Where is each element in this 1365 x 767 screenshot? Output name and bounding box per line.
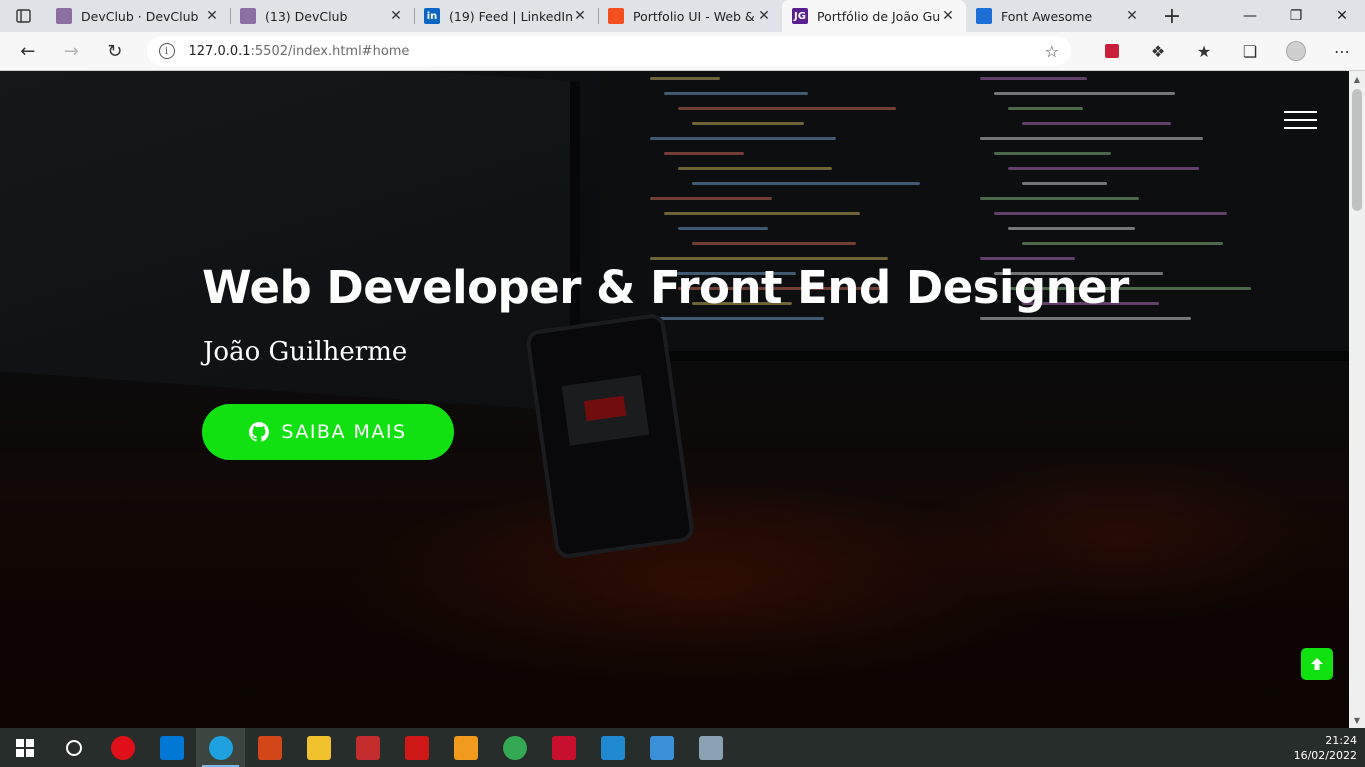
taskbar-cortana-search[interactable] <box>49 728 98 767</box>
devclub-favicon-icon <box>56 8 72 24</box>
minimize-button[interactable]: — <box>1227 0 1273 32</box>
taskbar-edge[interactable] <box>196 728 245 767</box>
taskbar-microsoft-store[interactable] <box>147 728 196 767</box>
browser-toolbar: ← → ↻ i 127.0.0.1:5502/index.html#home ☆… <box>0 32 1365 71</box>
scroll-down-arrow-icon[interactable]: ▼ <box>1349 712 1365 728</box>
tab-title: (19) Feed | LinkedIn <box>449 8 572 24</box>
browser-tab[interactable]: (13) DevClub ✕ <box>230 0 414 32</box>
tab-close-icon[interactable]: ✕ <box>204 8 220 24</box>
back-button[interactable]: ← <box>6 34 50 68</box>
tab-close-icon[interactable]: ✕ <box>940 8 956 24</box>
arrow-up-icon <box>1311 658 1323 670</box>
forward-button[interactable]: → <box>50 34 94 68</box>
refresh-button[interactable]: ↻ <box>93 34 137 68</box>
figma-favicon-icon <box>608 8 624 24</box>
edge-icon <box>208 735 233 760</box>
new-tab-button[interactable]: + <box>1150 0 1194 32</box>
menu-hamburger-icon[interactable] <box>1284 111 1317 129</box>
github-icon <box>249 422 270 442</box>
t-app-icon <box>404 735 429 760</box>
sublime-text-icon <box>453 735 478 760</box>
opera-icon <box>110 735 135 760</box>
saiba-mais-label: SAIBA MAIS <box>281 421 407 443</box>
favorites-icon[interactable]: ★ <box>1181 34 1227 68</box>
settings-more-icon[interactable]: ⋯ <box>1319 34 1365 68</box>
mcafee-icon <box>551 735 576 760</box>
collections-icon[interactable]: ❏ <box>1227 34 1273 68</box>
saiba-mais-button[interactable]: SAIBA MAIS <box>202 404 454 460</box>
address-bar[interactable]: i 127.0.0.1:5502/index.html#home ☆ <box>146 36 1072 66</box>
portfolio-home-section: Web Developer & Front End Designer João … <box>0 71 1349 728</box>
taskbar-vscode[interactable] <box>588 728 637 767</box>
scroll-up-arrow-icon[interactable]: ▲ <box>1349 71 1365 87</box>
office-app-icon <box>257 735 282 760</box>
flag-favicon-icon <box>976 8 992 24</box>
taskbar-chrome[interactable] <box>490 728 539 767</box>
taskbar-file-explorer[interactable] <box>294 728 343 767</box>
clock-time: 21:24 <box>1325 733 1357 747</box>
clock-date: 16/02/2022 <box>1293 748 1357 762</box>
browser-tab[interactable]: DevClub · DevClub ✕ <box>46 0 230 32</box>
browser-tab-strip: DevClub · DevClub ✕ (13) DevClub ✕ in (19) Fe… <box>0 0 1365 32</box>
url-host: 127.0.0.1 <box>188 43 251 59</box>
tab-title: (13) DevClub <box>265 8 348 24</box>
page-scrollbar[interactable]: ▲ ▼ <box>1349 71 1365 728</box>
taskbar-t-app[interactable] <box>392 728 441 767</box>
profile-avatar[interactable] <box>1273 34 1319 68</box>
taskbar-clock[interactable]: 21:24 16/02/2022 <box>1285 733 1365 763</box>
tab-title: Font Awesome <box>1001 8 1093 24</box>
taskbar-control-panel[interactable] <box>686 728 735 767</box>
microsoft-store-icon <box>159 735 184 760</box>
tab-title: DevClub · DevClub <box>81 8 199 24</box>
tab-actions-menu-icon[interactable] <box>0 0 46 32</box>
windows-taskbar: 21:24 16/02/2022 <box>0 728 1365 767</box>
tab-close-icon[interactable]: ✕ <box>388 8 404 24</box>
browser-tab[interactable]: JG Portfólio de João Guilh✕ <box>782 0 966 32</box>
control-panel-icon <box>698 735 723 760</box>
taskbar-photos[interactable] <box>637 728 686 767</box>
tab-close-icon[interactable]: ✕ <box>756 8 772 24</box>
windows-start-icon <box>13 736 37 760</box>
browser-tab[interactable]: Portfolio UI - Web & M ✕ <box>598 0 782 32</box>
add-favorite-icon[interactable]: ☆ <box>1045 42 1059 61</box>
taskbar-windows-start[interactable] <box>0 728 49 767</box>
chrome-icon <box>502 735 527 760</box>
taskbar-sublime-text[interactable] <box>441 728 490 767</box>
g-app-icon <box>355 735 380 760</box>
jg-favicon-icon: JG <box>792 8 808 24</box>
photos-icon <box>649 735 674 760</box>
taskbar-g-app[interactable] <box>343 728 392 767</box>
restore-button[interactable]: ❐ <box>1273 0 1319 32</box>
file-explorer-icon <box>306 735 331 760</box>
taskbar-office-app[interactable] <box>245 728 294 767</box>
tab-close-icon[interactable]: ✕ <box>1124 8 1140 24</box>
tab-title: Portfólio de João Guilh <box>817 8 940 24</box>
site-info-icon[interactable]: i <box>158 43 175 59</box>
tab-close-icon[interactable]: ✕ <box>572 8 588 24</box>
background-overlay <box>0 71 1349 728</box>
scrollbar-thumb[interactable] <box>1352 89 1362 211</box>
close-window-button[interactable]: ✕ <box>1319 0 1365 32</box>
extensions-icon[interactable]: ❖ <box>1135 34 1181 68</box>
devclub-favicon-icon <box>240 8 256 24</box>
linkedin-favicon-icon: in <box>424 8 440 24</box>
taskbar-opera[interactable] <box>98 728 147 767</box>
browser-tab[interactable]: Font Awesome ✕ <box>966 0 1150 32</box>
taskbar-mcafee[interactable] <box>539 728 588 767</box>
back-to-top-button[interactable] <box>1301 648 1333 680</box>
url-path: :5502/index.html#home <box>250 43 410 59</box>
vscode-icon <box>600 735 625 760</box>
hero-title: Web Developer & Front End Designer <box>202 261 1129 314</box>
extension-shield-icon[interactable] <box>1089 34 1135 68</box>
tab-title: Portfolio UI - Web & M <box>633 8 756 24</box>
browser-tab[interactable]: in (19) Feed | LinkedIn ✕ <box>414 0 598 32</box>
cortana-search-icon <box>62 736 86 760</box>
hero-subtitle: João Guilherme <box>203 337 408 367</box>
